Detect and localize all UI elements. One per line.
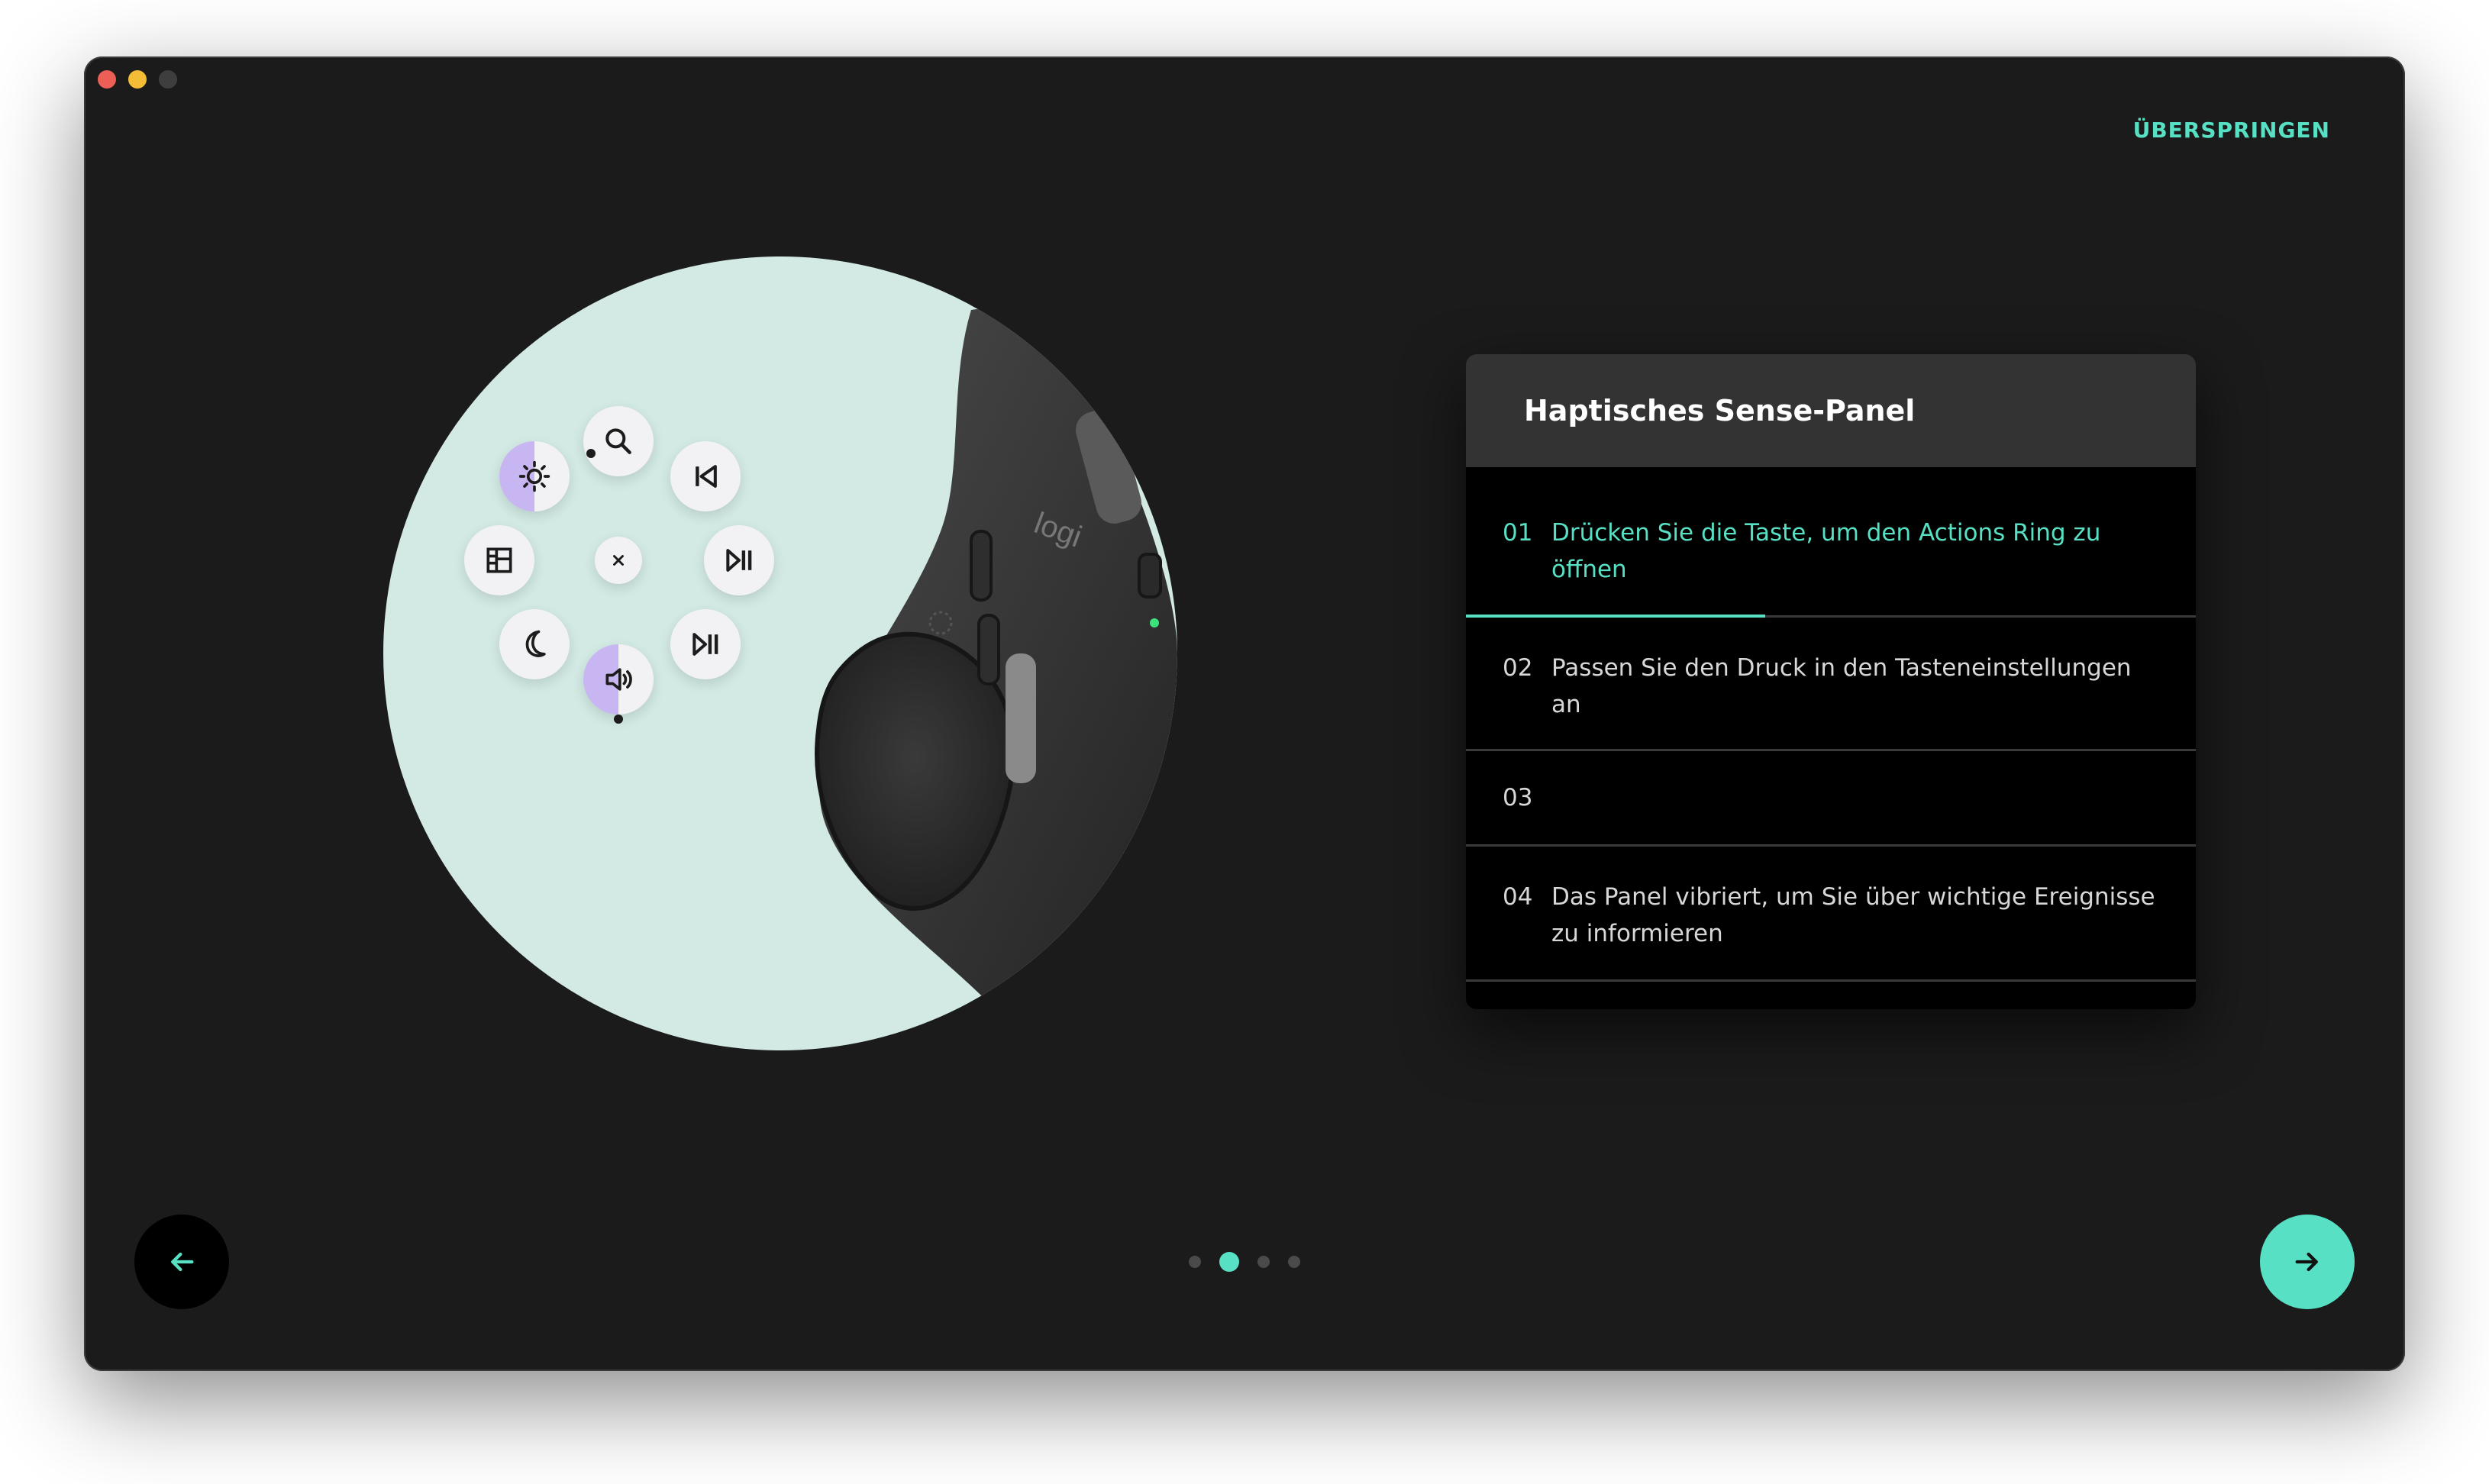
search-icon	[605, 428, 631, 454]
step-4[interactable]: 04 Das Panel vibriert, um Sie über wicht…	[1466, 847, 2196, 982]
step-text: Drücken Sie die Taste, um den Actions Ri…	[1551, 519, 2101, 583]
layout-icon	[486, 547, 512, 573]
previous-track-icon	[696, 465, 717, 488]
card-footer	[1466, 982, 2196, 1009]
step-number: 02	[1503, 654, 1533, 682]
moon-icon	[525, 630, 546, 657]
feature-card: Haptisches Sense-Panel 01 Drücken Sie di…	[1466, 354, 2196, 1009]
ring-volume-button	[583, 644, 654, 715]
step-2[interactable]: 02 Passen Sie den Druck in den Tastenein…	[1466, 618, 2196, 751]
close-window-button[interactable]	[98, 70, 116, 89]
back-button[interactable]	[134, 1215, 229, 1309]
ring-brightness-button	[499, 441, 570, 511]
ring-layout-button	[464, 525, 534, 595]
step-3[interactable]: 03	[1466, 751, 2196, 847]
card-title: Haptisches Sense-Panel	[1466, 354, 2196, 467]
close-icon	[613, 555, 624, 566]
step-text: Passen Sie den Druck in den Tasteneinste…	[1551, 654, 2132, 718]
page-dot[interactable]	[1288, 1256, 1300, 1268]
ring-search-button	[583, 406, 654, 476]
ring-play-pause-button-2	[670, 609, 741, 679]
play-pause-icon	[692, 633, 718, 656]
step-number: 01	[1503, 519, 1533, 547]
app-window: ÜBERSPRINGEN logi Haptisches Sense-Panel…	[84, 56, 2405, 1371]
step-number: 03	[1503, 784, 1533, 811]
brightness-indicator-dot	[586, 449, 596, 458]
minimize-window-button[interactable]	[128, 70, 147, 89]
ring-previous-button	[670, 441, 741, 511]
page-dot[interactable]	[1189, 1256, 1201, 1268]
next-button[interactable]	[2260, 1215, 2355, 1309]
step-text: Das Panel vibriert, um Sie über wichtige…	[1551, 883, 2155, 947]
step-number: 04	[1503, 883, 1533, 911]
page-dot[interactable]	[1219, 1252, 1239, 1272]
volume-icon	[605, 668, 632, 691]
ring-close-button	[595, 537, 642, 584]
play-pause-icon	[726, 549, 752, 572]
page-indicator	[84, 1252, 2405, 1272]
mouse-illustration: logi	[383, 256, 1177, 1050]
step-1[interactable]: 01 Drücken Sie die Taste, um den Actions…	[1466, 467, 2196, 618]
arrow-left-icon	[171, 1252, 194, 1272]
maximize-window-button[interactable]	[159, 70, 177, 89]
arrow-right-icon	[2295, 1252, 2318, 1272]
ring-night-mode-button	[499, 609, 570, 679]
window-controls	[98, 70, 177, 89]
skip-button[interactable]: ÜBERSPRINGEN	[2133, 118, 2330, 143]
volume-indicator-dot	[614, 715, 623, 724]
ring-play-pause-button	[704, 525, 774, 595]
page-dot[interactable]	[1257, 1256, 1270, 1268]
brightness-icon	[518, 460, 550, 492]
